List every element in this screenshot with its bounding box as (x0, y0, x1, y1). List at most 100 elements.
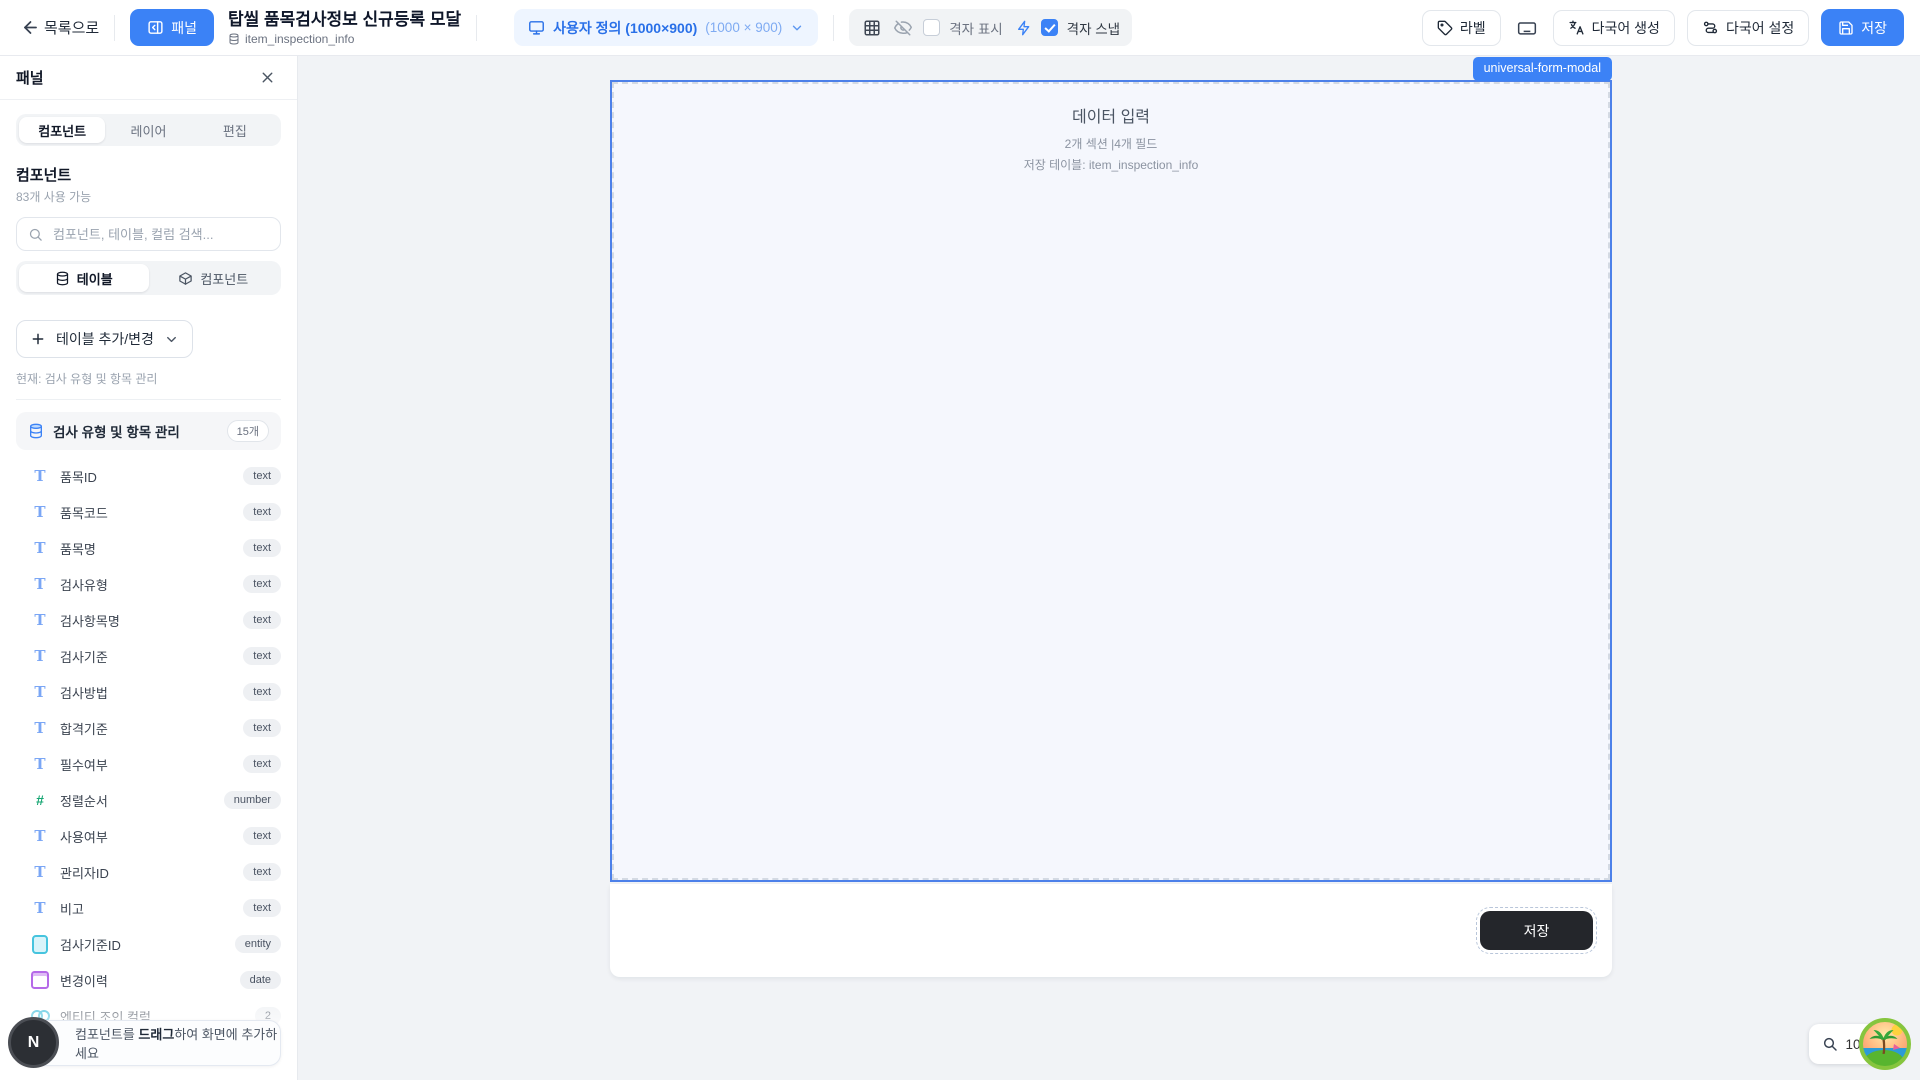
component-search (16, 217, 281, 251)
field-row[interactable]: 사용여부 text (0, 818, 297, 854)
component-panel: 패널 컴포넌트 레이어 편집 컴포넌트 83개 사용 가능 (0, 56, 298, 1080)
field-row[interactable]: 관리자ID text (0, 854, 297, 890)
panel-toggle-button[interactable]: 패널 (130, 9, 214, 46)
field-count-badge: 15개 (227, 420, 269, 442)
field-row[interactable]: 검사기준 text (0, 638, 297, 674)
panel-close-button[interactable] (253, 64, 281, 92)
form-summary: 2개 섹션 |4개 필드 (612, 135, 1610, 152)
form-save-button[interactable]: 저장 (1480, 911, 1593, 950)
connections-icon (1702, 19, 1719, 36)
field-label: 합격기준 (60, 719, 233, 738)
field-row[interactable]: 합격기준 text (0, 710, 297, 746)
field-label: 검사방법 (60, 683, 233, 702)
field-type-badge: text (243, 647, 281, 665)
toggle-tables[interactable]: 테이블 (19, 264, 149, 292)
tab-edit[interactable]: 편집 (192, 117, 278, 143)
field-type-badge: text (243, 719, 281, 737)
field-row[interactable]: 필수여부 text (0, 746, 297, 782)
database-icon (28, 423, 44, 439)
magnifier-icon (1822, 1036, 1838, 1052)
field-label: 검사항목명 (60, 611, 233, 630)
form-table-info: 저장 테이블: item_inspection_info (612, 156, 1610, 173)
field-type-badge: number (224, 791, 281, 809)
back-button[interactable] (16, 14, 44, 42)
keyboard-icon (1517, 18, 1537, 38)
components-section-title: 컴포넌트 (16, 164, 281, 185)
divider (833, 15, 834, 41)
keyboard-shortcuts-button[interactable] (1513, 14, 1541, 42)
field-row[interactable]: 품목코드 text (0, 494, 297, 530)
search-icon (28, 227, 43, 242)
entity-field-icon (30, 934, 50, 954)
field-row[interactable]: 품목ID text (0, 458, 297, 494)
field-type-badge: text (243, 827, 281, 845)
table-group-header[interactable]: 검사 유형 및 항목 관리 15개 (16, 412, 281, 450)
number-field-icon (30, 790, 50, 810)
island-app-icon[interactable] (1858, 1017, 1912, 1071)
field-type-badge: text (243, 899, 281, 917)
grid-icon[interactable] (861, 17, 883, 39)
back-to-list-label[interactable]: 목록으로 (44, 17, 99, 38)
field-row[interactable]: 비고 text (0, 890, 297, 926)
save-button[interactable]: 저장 (1821, 9, 1904, 46)
field-row[interactable]: 검사유형 text (0, 566, 297, 602)
top-toolbar: 목록으로 패널 탑씰 품목검사정보 신규등록 모달 item_inspectio… (0, 0, 1920, 56)
design-canvas[interactable]: universal-form-modal 데이터 입력 2개 섹션 |4개 필드… (298, 56, 1920, 1080)
field-label: 품목ID (60, 467, 233, 486)
box-icon (178, 271, 193, 286)
field-row[interactable]: 변경이력 date (0, 962, 297, 998)
panel-title: 패널 (16, 67, 44, 88)
modal-footer: 저장 (610, 884, 1612, 977)
field-row[interactable]: 품목명 text (0, 530, 297, 566)
panel-left-icon (147, 19, 164, 36)
table-group-name: 검사 유형 및 항목 관리 (53, 421, 218, 441)
close-icon (259, 69, 276, 86)
chevron-down-icon (164, 332, 179, 347)
text-field-icon (30, 898, 50, 918)
multilang-generate-button[interactable]: 다국어 생성 (1553, 10, 1675, 46)
label-button[interactable]: 라벨 (1422, 10, 1501, 46)
tab-components[interactable]: 컴포넌트 (19, 117, 105, 143)
components-available-count: 83개 사용 가능 (16, 188, 281, 205)
field-row[interactable]: 검사방법 text (0, 674, 297, 710)
field-label: 검사기준ID (60, 935, 225, 954)
hint-prefix: 컴포넌트를 (75, 1027, 138, 1042)
grid-controls: 격자 표시 격자 스냅 (849, 9, 1132, 46)
divider (476, 15, 477, 41)
field-label: 정렬순서 (60, 791, 214, 810)
form-title: 데이터 입력 (612, 103, 1610, 127)
panel-tabs: 컴포넌트 레이어 편집 (16, 114, 281, 146)
multilang-settings-button[interactable]: 다국어 설정 (1687, 10, 1809, 46)
field-label: 품목명 (60, 539, 233, 558)
database-icon (55, 271, 70, 286)
source-toggle: 테이블 컴포넌트 (16, 261, 281, 295)
field-label: 변경이력 (60, 971, 230, 990)
search-input[interactable] (51, 226, 269, 243)
field-list: 품목ID text 품목코드 text 품목명 text 검사유형 text 검… (0, 458, 297, 1034)
text-field-icon (30, 862, 50, 882)
component-type-badge: universal-form-modal (1473, 57, 1612, 81)
arrow-left-icon (21, 18, 40, 37)
show-grid-checkbox[interactable] (923, 19, 940, 36)
text-field-icon (30, 538, 50, 558)
field-row[interactable]: 검사기준ID entity (0, 926, 297, 962)
field-type-badge: text (243, 863, 281, 881)
tab-layers[interactable]: 레이어 (105, 117, 191, 143)
screen-size-selector[interactable]: 사용자 정의 (1000×900) (1000 × 900) (514, 9, 818, 46)
field-type-badge: text (243, 503, 281, 521)
eye-off-icon[interactable] (892, 17, 914, 39)
toggle-components[interactable]: 컴포넌트 (149, 264, 279, 292)
field-row[interactable]: 정렬순서 number (0, 782, 297, 818)
field-row[interactable]: 검사항목명 text (0, 602, 297, 638)
add-change-table-button[interactable]: 테이블 추가/변경 (16, 320, 193, 358)
toolbar-right: 라벨 다국어 생성 다국어 설정 (1422, 9, 1904, 46)
hint-avatar: N (8, 1017, 59, 1068)
snap-grid-label: 격자 스냅 (1067, 18, 1120, 38)
date-field-icon (30, 970, 50, 990)
field-type-badge: text (243, 539, 281, 557)
field-label: 관리자ID (60, 863, 233, 882)
form-dropzone[interactable]: 데이터 입력 2개 섹션 |4개 필드 저장 테이블: item_inspect… (610, 80, 1612, 882)
snap-grid-checkbox[interactable] (1041, 19, 1058, 36)
database-icon (228, 33, 240, 45)
divider (16, 399, 281, 400)
